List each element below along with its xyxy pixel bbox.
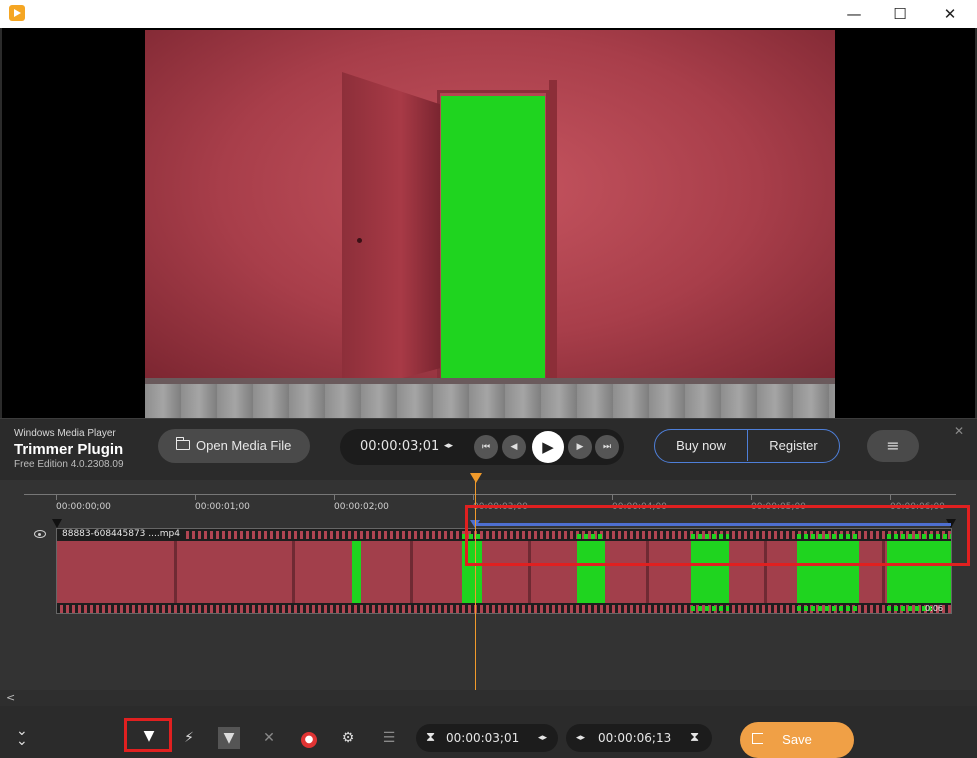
snapshot-icon[interactable]: ●: [298, 727, 320, 749]
ruler-label: 00:00:00;00: [56, 502, 111, 512]
trim-start-marker[interactable]: [52, 519, 62, 528]
timeline-ruler: [24, 494, 956, 495]
settings-icon[interactable]: ⚙: [337, 727, 359, 749]
bottom-toolbar: ⌄ ⌄ ▼ ⚡ ▼ ✕ ● ⚙ ☰ ⧗ 00:00:03;01 ◂▸ ◂▸ 00:…: [0, 706, 977, 758]
app-icon: [9, 5, 25, 21]
annotation-highlight-box: [465, 505, 970, 566]
window-titlebar: — ☐ ✕: [0, 0, 977, 28]
save-label: Save: [782, 732, 812, 747]
collapse-icon[interactable]: ⌄ ⌄: [16, 724, 28, 748]
ruler-tick: [473, 494, 474, 500]
ruler-label: 00:00:02;00: [334, 502, 389, 512]
green-screen-segment: [352, 541, 361, 603]
hourglass-end-icon: ⧗: [690, 730, 700, 745]
step-back-icon[interactable]: ◀: [502, 435, 526, 459]
scene-door-panel: [342, 72, 440, 394]
purchase-group: Buy now Register: [654, 429, 840, 463]
scene-door-edge: [549, 80, 557, 380]
playhead-handle[interactable]: [470, 473, 482, 483]
track-file-name: 88883-608445873 ....mp4: [59, 529, 183, 539]
step-forward-icon[interactable]: ▶: [568, 435, 592, 459]
green-sprocket: [797, 606, 859, 611]
scroll-left-icon[interactable]: <: [6, 691, 15, 704]
scene-green-screen: [441, 96, 545, 378]
mute-icon[interactable]: ✕: [258, 727, 280, 749]
eye-icon[interactable]: [34, 530, 46, 538]
scene-door-knob: [357, 238, 362, 243]
open-media-label: Open Media File: [196, 438, 292, 453]
maximize-button[interactable]: ☐: [877, 0, 923, 28]
thumbnail-separator: [292, 541, 295, 603]
end-time-value: 00:00:06;13: [598, 731, 672, 745]
ruler-tick: [195, 494, 196, 500]
thumbnail-separator: [174, 541, 177, 603]
timeline-scrollbar[interactable]: <: [0, 690, 977, 706]
equalizer-icon[interactable]: ☰: [378, 727, 400, 749]
save-button[interactable]: Save: [740, 722, 854, 758]
minimize-button[interactable]: —: [831, 0, 877, 28]
ruler-tick: [890, 494, 891, 500]
prev-keyframe-icon[interactable]: ⏮: [474, 435, 498, 459]
folder-icon: [175, 437, 190, 450]
register-button[interactable]: Register: [747, 430, 839, 461]
ruler-tick: [334, 494, 335, 500]
close-button[interactable]: ✕: [927, 0, 973, 28]
thumbnail-separator: [410, 541, 413, 603]
play-button[interactable]: ▶: [532, 431, 564, 463]
menu-icon[interactable]: ≡: [867, 430, 919, 462]
next-keyframe-icon[interactable]: ⏭: [595, 435, 619, 459]
start-time-value: 00:00:03;01: [446, 731, 520, 745]
open-media-button[interactable]: Open Media File: [158, 429, 310, 463]
ruler-label: 00:00:01;00: [195, 502, 250, 512]
filter-icon[interactable]: ▼: [138, 725, 160, 747]
panel-close-icon[interactable]: ✕: [954, 424, 964, 438]
buy-now-button[interactable]: Buy now: [655, 430, 747, 461]
brand-title: Trimmer Plugin: [14, 441, 124, 458]
green-sprocket: [691, 606, 729, 611]
control-bar: Windows Media Player Trimmer Plugin Free…: [0, 418, 977, 481]
brand-version: Free Edition 4.0.2308.09: [14, 459, 124, 470]
video-frame: [145, 30, 835, 418]
video-preview[interactable]: [2, 28, 975, 418]
brand-subtitle: Windows Media Player: [14, 428, 116, 439]
ruler-tick: [751, 494, 752, 500]
split-icon[interactable]: ⚡: [178, 727, 200, 749]
hourglass-start-icon: ⧗: [426, 730, 436, 745]
start-time-field[interactable]: ⧗ 00:00:03;01 ◂▸: [416, 724, 558, 752]
time-stepper-icon[interactable]: ◂▸: [576, 724, 585, 752]
trim-filter-icon[interactable]: ▼: [218, 727, 240, 749]
current-time[interactable]: 00:00:03;01: [360, 439, 439, 454]
ruler-tick: [56, 494, 57, 500]
scene-floor: [145, 378, 835, 418]
time-stepper-icon[interactable]: ◂▸: [444, 441, 453, 451]
transport-controls: 00:00:03;01 ◂▸ ⏮ ◀ ▶ ▶ ⏭: [340, 429, 624, 465]
end-time-field[interactable]: ◂▸ 00:00:06;13 ⧗: [566, 724, 712, 752]
ruler-tick: [612, 494, 613, 500]
timeline-panel[interactable]: 00:00:00;00 00:00:01;00 00:00:02;00 00:0…: [0, 473, 977, 690]
track-duration: 0:06: [925, 604, 943, 613]
flag-icon: [752, 733, 763, 744]
time-stepper-icon[interactable]: ◂▸: [538, 724, 547, 752]
